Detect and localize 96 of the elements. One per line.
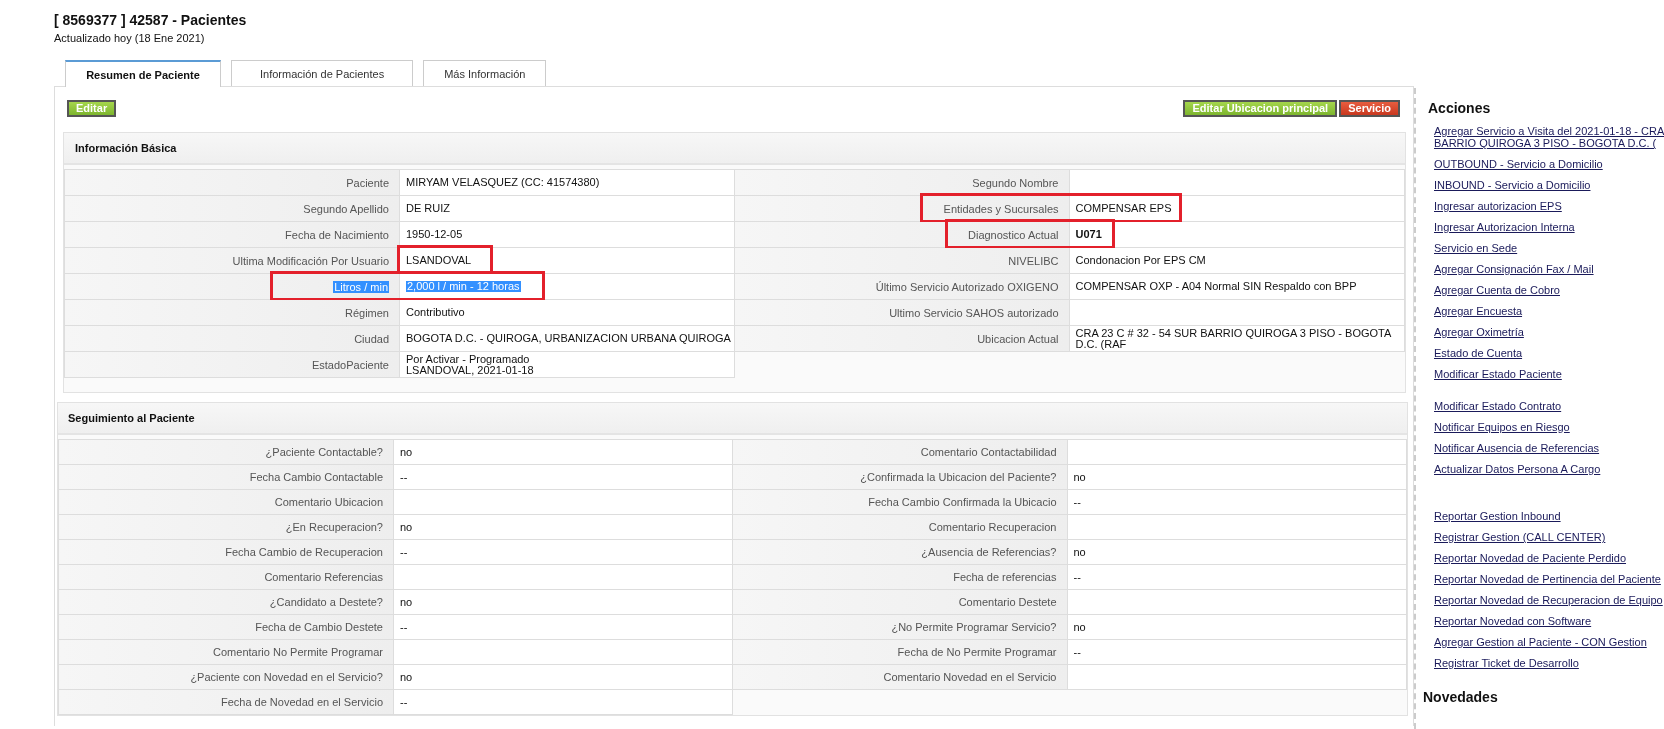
field-label: ¿En Recuperacion? [285,521,383,533]
action-link[interactable]: Registrar Ticket de Desarrollo [1434,657,1579,669]
field-value: -- [1073,496,1081,508]
field-label: ¿Candidato a Destete? [269,596,383,608]
action-link[interactable]: Notificar Equipos en Riesgo [1434,421,1570,433]
field-value: COMPENSAR OXP - A04 Normal SIN Respaldo con BPP [1075,281,1357,292]
field-label: Fecha de referencias [953,571,1057,583]
field-label: ¿Paciente con Novedad en el Servicio? [190,671,383,683]
updated-text: Actualizado hoy (18 Ene 2021) [54,32,206,44]
action-link[interactable]: Agregar Encuesta [1434,305,1523,317]
action-link[interactable]: Agregar Gestion al Paciente - CON Gestion [1434,636,1647,648]
field-value: COMPENSAR EPS [1075,203,1172,214]
field-label: Fecha de Cambio Destete [255,621,383,633]
field-label: Comentario Ubicacion [274,496,383,508]
action-link[interactable]: OUTBOUND - Servicio a Domicilio [1434,158,1603,170]
page-title: [ 8569377 ] 42587 - Pacientes [54,12,248,28]
field-label: Ultimo Servicio SAHOS autorizado [889,306,1059,319]
field-label: ¿No Permite Programar Servicio? [891,621,1057,633]
field-label: Paciente [346,176,389,189]
action-link[interactable]: Reportar Gestion Inbound [1434,510,1561,522]
field-label: Último Servicio Autorizado OXIGENO [875,280,1059,293]
action-link[interactable]: Notificar Ausencia de Referencias [1434,442,1600,454]
field-label: Litros / min [333,280,389,293]
field-label: Comentario Novedad en el Servicio [883,671,1057,683]
field-label: Comentario No Permite Programar [213,646,383,658]
field-label: ¿Paciente Contactable? [265,446,383,458]
action-link[interactable]: Agregar Consignación Fax / Mail [1434,263,1594,275]
field-label: Ciudad [354,332,389,345]
action-link[interactable]: Registrar Gestion (CALL CENTER) [1434,531,1606,543]
action-link[interactable]: Modificar Estado Paciente [1434,368,1562,380]
sidebar-title: Acciones [1428,100,1492,116]
field-label: ¿Confirmada la Ubicacion del Paciente? [860,471,1057,483]
field-label: Fecha Cambio Contactable [249,471,383,483]
action-link[interactable]: Reportar Novedad de Recuperacion de Equipo [1434,594,1663,606]
section-title: Seguimiento al Paciente [68,412,195,424]
field-value: BOGOTA D.C. - QUIROGA, URBANIZACION URBANA QUIROGA [406,333,731,344]
action-link[interactable]: Reportar Novedad de Paciente Perdido [1434,552,1626,564]
action-link[interactable]: Agregar Oximetría [1434,326,1524,338]
field-label: Régimen [344,306,389,319]
field-value: -- [1073,646,1081,658]
section-title: Información Básica [75,142,177,154]
action-link[interactable]: Reportar Novedad de Pertinencia del Paciente [1434,573,1661,585]
field-label: Segundo Nombre [972,176,1059,189]
action-button[interactable]: Servicio [1339,100,1400,117]
field-value: -- [400,621,408,633]
action-link[interactable]: Modificar Estado Contrato [1434,400,1562,412]
field-label: Fecha de No Permite Programar [897,646,1057,658]
field-value: no [400,446,413,458]
field-label: Fecha de Novedad en el Servicio [220,696,383,708]
field-label: Fecha Cambio de Recuperacion [225,546,383,558]
field-value: Contributivo [406,307,465,318]
field-value: no [400,671,413,683]
tab[interactable]: Información de Pacientes [231,60,414,86]
action-link[interactable]: Servicio en Sede [1434,242,1518,254]
field-value: no [400,521,413,533]
field-value: Condonacion Por EPS CM [1075,255,1206,266]
field-value: no [400,596,413,608]
field-label: Segundo Apellido [303,202,389,215]
action-link[interactable]: Actualizar Datos Persona A Cargo [1434,463,1601,475]
action-link[interactable]: Ingresar autorizacion EPS [1434,200,1562,212]
field-value: -- [400,696,408,708]
field-value: MIRYAM VELASQUEZ (CC: 41574380) [406,177,600,188]
field-value: LSANDOVAL [406,255,472,266]
field-label: Fecha de Nacimiento [285,228,389,241]
field-value: DE RUIZ [406,203,450,214]
field-label: Comentario Recuperacion [928,521,1057,533]
action-link[interactable]: Reportar Novedad con Software [1434,615,1592,627]
action-link[interactable]: Agregar Servicio a Visita del 2021-01-18 - CRA BARRIO QUIROGA 3 PISO - BOGOTA D.C. ( [1434,125,1664,149]
field-value: no [1073,471,1086,483]
tab[interactable]: Resumen de Paciente [65,60,221,87]
field-value: no [1073,621,1086,633]
field-label: Entidades y Sucursales [943,202,1059,215]
field-value: -- [1073,571,1081,583]
field-label: ¿Ausencia de Referencias? [921,546,1057,558]
action-link[interactable]: INBOUND - Servicio a Domicilio [1434,179,1591,191]
field-label: NIVELIBC [1008,254,1059,267]
action-link[interactable]: Ingresar Autorizacion Interna [1434,221,1575,233]
field-label: Ubicacion Actual [977,332,1059,345]
field-value: U071 [1075,229,1102,240]
field-label: Comentario Referencias [264,571,383,583]
field-value: -- [400,546,408,558]
tab[interactable]: Más Información [423,60,547,86]
field-value: 1950-12-05 [406,229,463,240]
field-label: Diagnostico Actual [968,228,1059,241]
action-link[interactable]: Estado de Cuenta [1434,347,1523,359]
field-label: EstadoPaciente [311,358,389,371]
field-label: Comentario Contactabilidad [920,446,1057,458]
action-link[interactable]: Agregar Cuenta de Cobro [1434,284,1560,296]
field-value: Por Activar - Programado LSANDOVAL, 2021-01-18 [406,353,534,376]
field-value: -- [400,471,408,483]
field-value: CRA 23 C # 32 - 54 SUR BARRIO QUIROGA 3 PISO - BOGOTA D.C. (RAF [1075,327,1392,350]
field-label: Ultima Modificación Por Usuario [232,254,389,267]
sidebar-title: Novedades [1423,689,1499,705]
field-value: no [1073,546,1086,558]
field-label: Fecha Cambio Confirmada la Ubicacio [868,496,1057,508]
field-label: Comentario Destete [958,596,1057,608]
